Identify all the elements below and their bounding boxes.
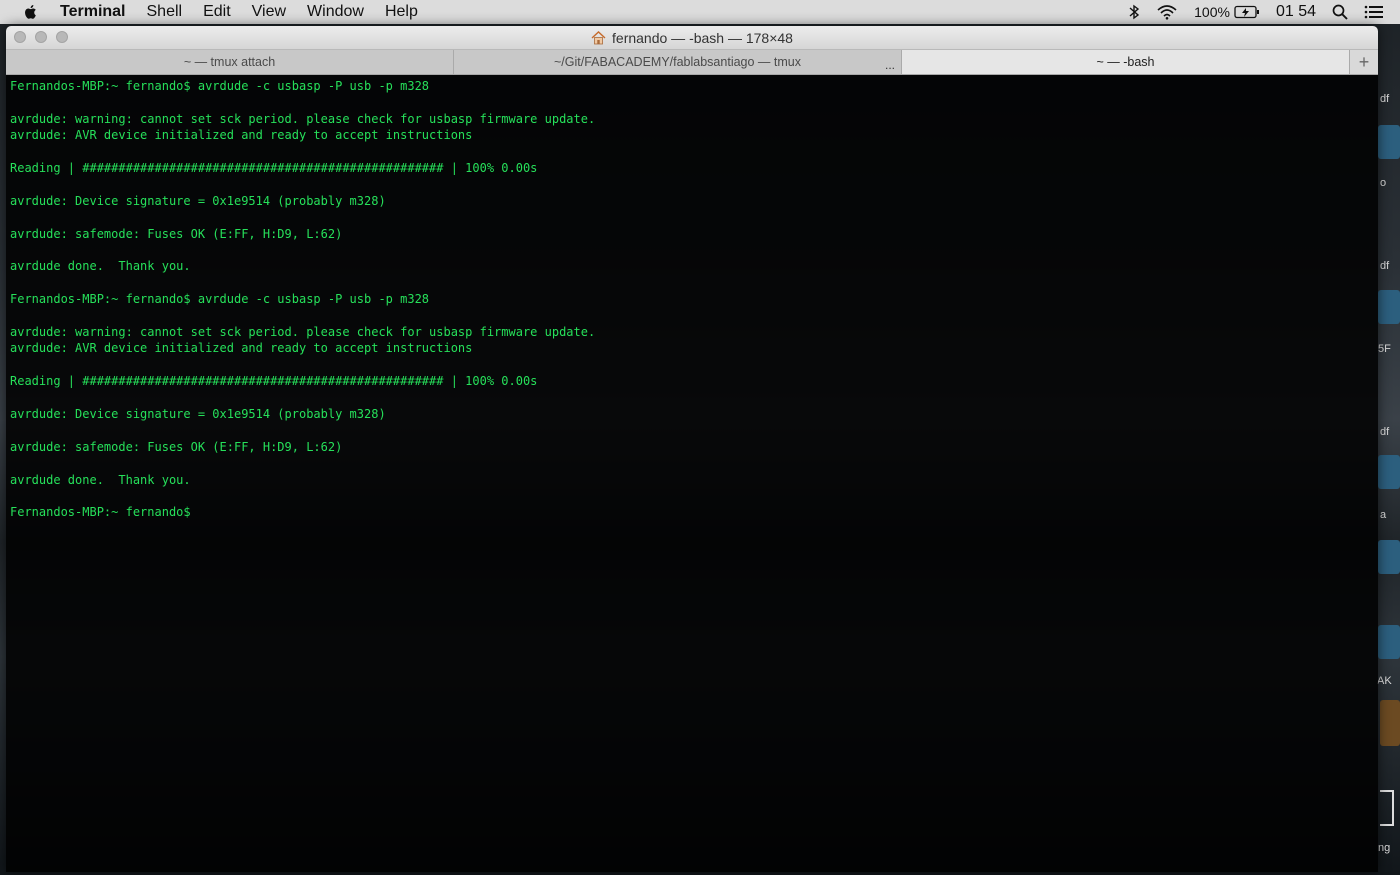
desktop-file-label: df bbox=[1380, 93, 1390, 105]
notification-center-icon[interactable] bbox=[1364, 4, 1384, 20]
terminal-line: Reading | ##############################… bbox=[10, 374, 538, 389]
desktop-file-label: AK bbox=[1377, 675, 1392, 687]
menu-view[interactable]: View bbox=[252, 3, 286, 21]
desktop-folder-icon[interactable] bbox=[1378, 125, 1400, 159]
terminal-line: Reading | ##############################… bbox=[10, 161, 538, 175]
desktop-file-label: ng bbox=[1378, 842, 1391, 854]
window-title-text: fernando — -bash — 178×48 bbox=[612, 29, 793, 46]
window-title: fernando — -bash — 178×48 bbox=[591, 30, 793, 46]
new-tab-button[interactable]: + bbox=[1350, 50, 1378, 74]
desktop-image-icon[interactable] bbox=[1380, 700, 1400, 746]
minimize-button[interactable] bbox=[35, 31, 47, 43]
home-icon bbox=[591, 30, 606, 44]
menu-app-name[interactable]: Terminal bbox=[60, 3, 126, 21]
desktop-file-label: df bbox=[1380, 260, 1390, 272]
desktop-file-label: o bbox=[1380, 177, 1387, 189]
tab-tmux-attach[interactable]: ~ — tmux attach bbox=[6, 50, 454, 74]
terminal-line: avrdude: warning: cannot set sck period.… bbox=[10, 324, 596, 339]
desktop-file-label: df bbox=[1380, 426, 1390, 438]
terminal-line: avrdude: warning: cannot set sck period.… bbox=[10, 111, 596, 126]
wifi-icon[interactable] bbox=[1156, 4, 1178, 20]
menu-clock[interactable]: 01 54 bbox=[1276, 3, 1316, 21]
menu-window[interactable]: Window bbox=[307, 3, 364, 21]
desktop-file-label: 5F bbox=[1378, 343, 1391, 355]
terminal-line: Fernandos-MBP:~ fernando$ avrdude -c usb… bbox=[10, 292, 430, 307]
tab-bar: ~ — tmux attach ~/Git/FABACADEMY/fablabs… bbox=[6, 50, 1378, 75]
desktop-file-label: a bbox=[1380, 509, 1387, 521]
terminal-line: avrdude done. Thank you. bbox=[10, 259, 191, 274]
terminal-output[interactable]: Fernandos-MBP:~ fernando$ avrdude -c usb… bbox=[6, 75, 1378, 524]
window-controls bbox=[14, 31, 77, 43]
tab-label: ~/Git/FABACADEMY/fablabsantiago — tmux bbox=[554, 55, 801, 69]
title-bar[interactable]: fernando — -bash — 178×48 bbox=[6, 26, 1378, 50]
terminal-line: Fernandos-MBP:~ fernando$ bbox=[10, 505, 191, 520]
close-button[interactable] bbox=[14, 31, 26, 43]
desktop-folder-icon[interactable] bbox=[1378, 625, 1400, 659]
menu-help[interactable]: Help bbox=[385, 3, 418, 21]
desktop-folder-icon[interactable] bbox=[1378, 290, 1400, 324]
tab-overflow-ellipsis[interactable]: ... bbox=[885, 58, 895, 72]
desktop-image-icon[interactable] bbox=[1380, 790, 1394, 826]
terminal-line: avrdude: AVR device initialized and read… bbox=[10, 341, 473, 356]
zoom-button[interactable] bbox=[56, 31, 68, 43]
terminal-line: avrdude: AVR device initialized and read… bbox=[10, 128, 473, 143]
apple-icon[interactable] bbox=[22, 3, 40, 21]
terminal-line: avrdude: safemode: Fuses OK (E:FF, H:D9,… bbox=[10, 226, 343, 241]
terminal-line: avrdude done. Thank you. bbox=[10, 472, 191, 487]
terminal-line: avrdude: safemode: Fuses OK (E:FF, H:D9,… bbox=[10, 439, 343, 454]
menu-edit[interactable]: Edit bbox=[203, 3, 231, 21]
terminal-line: Fernandos-MBP:~ fernando$ avrdude -c usb… bbox=[10, 79, 430, 93]
tab-fablabsantiago-tmux[interactable]: ~/Git/FABACADEMY/fablabsantiago — tmux .… bbox=[454, 50, 902, 74]
bluetooth-icon[interactable] bbox=[1128, 4, 1140, 20]
search-icon[interactable] bbox=[1332, 4, 1348, 20]
terminal-line: avrdude: Device signature = 0x1e9514 (pr… bbox=[10, 406, 386, 421]
menu-bar: Terminal Shell Edit View Window Help 100… bbox=[0, 0, 1400, 24]
battery-percent: 100% bbox=[1194, 4, 1230, 20]
terminal-line: avrdude: Device signature = 0x1e9514 (pr… bbox=[10, 193, 386, 208]
desktop-folder-icon[interactable] bbox=[1378, 455, 1400, 489]
tab-label: ~ — tmux attach bbox=[183, 55, 276, 69]
battery-icon[interactable] bbox=[1234, 5, 1260, 19]
menu-shell[interactable]: Shell bbox=[147, 3, 183, 21]
tab-label: ~ — -bash bbox=[1096, 55, 1155, 69]
desktop-folder-icon[interactable] bbox=[1378, 540, 1400, 574]
plus-icon: + bbox=[1358, 51, 1370, 72]
terminal-window: fernando — -bash — 178×48 ~ — tmux attac… bbox=[6, 26, 1378, 872]
tab-bash[interactable]: ~ — -bash bbox=[902, 50, 1350, 74]
